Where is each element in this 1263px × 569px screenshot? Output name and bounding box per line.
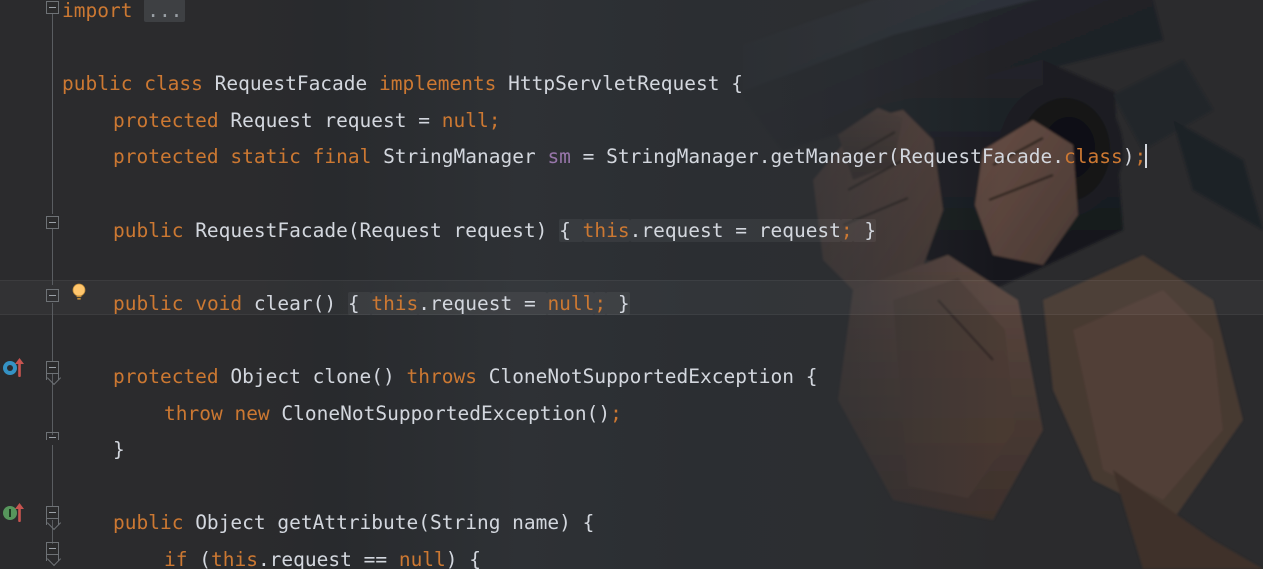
- line-constructor-token-2: {: [559, 218, 583, 242]
- line-clone-close-token-0: }: [113, 438, 125, 462]
- line-blank-2[interactable]: [0, 176, 1263, 213]
- line-blank-3[interactable]: [0, 249, 1263, 286]
- line-import-token-0: import: [62, 0, 133, 22]
- line-getattribute-method-token-1: Object getAttribute(String name) {: [183, 511, 595, 535]
- line-field-sm-token-8: class: [1064, 145, 1123, 169]
- line-class-decl[interactable]: public class RequestFacade implements Ht…: [0, 66, 1263, 103]
- line-field-request-token-1: Request request =: [218, 108, 442, 132]
- line-if-null-token-5: ) {: [445, 548, 482, 569]
- line-clear-method-token-9: }: [606, 291, 630, 315]
- line-clone-method-token-1: Object clone(): [218, 365, 407, 388]
- line-field-sm-token-0: protected: [113, 145, 219, 169]
- line-field-sm-token-9: ): [1122, 145, 1135, 169]
- line-clear-method-token-5: this: [371, 291, 419, 315]
- editor-window: import ... public class RequestFacade imp…: [0, 0, 1263, 569]
- line-clone-close[interactable]: }: [0, 432, 1263, 469]
- line-if-null-token-1: (: [187, 548, 211, 569]
- line-clear-method-token-6: .request =: [418, 291, 548, 315]
- line-clear-method-token-1: [183, 292, 195, 315]
- line-clear-method-token-7: null: [547, 291, 595, 315]
- line-field-sm-token-2: static: [230, 145, 301, 169]
- line-throw[interactable]: throw new CloneNotSupportedException();: [0, 396, 1263, 433]
- line-throw-token-2: new: [234, 401, 270, 425]
- line-if-null[interactable]: if (this.request == null) {: [0, 542, 1263, 569]
- line-constructor-token-6: }: [852, 218, 877, 242]
- line-clear-method-token-8: ;: [594, 291, 607, 315]
- line-clone-method-token-3: CloneNotSupportedException {: [476, 365, 818, 388]
- line-field-sm-token-4: final: [312, 145, 372, 169]
- line-field-request-token-0: protected: [113, 108, 219, 132]
- line-field-request[interactable]: protected Request request = null;: [0, 103, 1263, 140]
- line-class-decl-token-4: implements: [379, 72, 497, 96]
- line-clear-method-token-0: public: [113, 291, 184, 315]
- line-constructor-token-4: .request = request: [629, 218, 841, 242]
- line-clone-method-token-2: throws: [406, 365, 477, 388]
- line-throw-token-1: [223, 402, 235, 425]
- line-field-sm-token-6: sm: [547, 145, 571, 169]
- line-import[interactable]: import ...: [0, 0, 1263, 30]
- line-getattribute-method[interactable]: public Object getAttribute(String name) …: [0, 505, 1263, 542]
- line-field-sm-token-1: [219, 145, 231, 168]
- line-constructor-token-5: ;: [840, 218, 853, 242]
- line-constructor-token-0: public: [113, 218, 184, 242]
- line-if-null-token-0: if: [164, 548, 188, 569]
- line-class-decl-token-2: class: [144, 72, 203, 96]
- code-text-area[interactable]: import ... public class RequestFacade imp…: [0, 0, 1263, 569]
- line-class-decl-token-3: RequestFacade: [202, 72, 380, 96]
- line-field-sm-token-3: [301, 145, 313, 168]
- line-if-null-token-4: null: [398, 548, 446, 569]
- line-clear-method-token-2: void: [195, 291, 243, 315]
- line-blank-5[interactable]: [0, 469, 1263, 506]
- line-field-sm-token-7: = StringManager.getManager(RequestFacade…: [570, 145, 1065, 169]
- line-throw-token-3: CloneNotSupportedException(): [269, 401, 611, 425]
- line-blank-4[interactable]: [0, 322, 1263, 359]
- line-clear-method-token-3: clear(): [242, 291, 348, 315]
- line-import-token-2: ...: [144, 0, 186, 22]
- line-class-decl-token-1: [132, 72, 144, 95]
- line-clone-method-token-0: protected: [113, 365, 219, 388]
- line-clear-method[interactable]: public void clear() { this.request = nul…: [0, 286, 1263, 323]
- line-constructor-token-3: this: [582, 218, 630, 242]
- line-field-sm[interactable]: protected static final StringManager sm …: [0, 139, 1263, 176]
- line-if-null-token-3: .request ==: [257, 548, 399, 569]
- line-getattribute-method-token-0: public: [113, 511, 184, 535]
- line-class-decl-token-5: HttpServletRequest {: [496, 72, 743, 96]
- line-import-token-1: [132, 0, 144, 22]
- line-field-request-token-3: ;: [488, 108, 501, 132]
- line-throw-token-4: ;: [610, 401, 622, 425]
- line-class-decl-token-0: public: [62, 72, 133, 96]
- text-caret: [1145, 144, 1148, 169]
- line-if-null-token-2: this: [210, 548, 258, 569]
- line-constructor-token-1: RequestFacade(Request request): [183, 218, 560, 242]
- line-field-sm-token-5: StringManager: [371, 145, 548, 169]
- line-field-request-token-2: null: [441, 108, 489, 132]
- line-clone-method[interactable]: protected Object clone() throws CloneNot…: [0, 359, 1263, 396]
- line-constructor[interactable]: public RequestFacade(Request request) { …: [0, 213, 1263, 250]
- line-blank-1[interactable]: [0, 30, 1263, 67]
- line-throw-token-0: throw: [164, 401, 223, 425]
- line-clear-method-token-4: {: [347, 291, 372, 315]
